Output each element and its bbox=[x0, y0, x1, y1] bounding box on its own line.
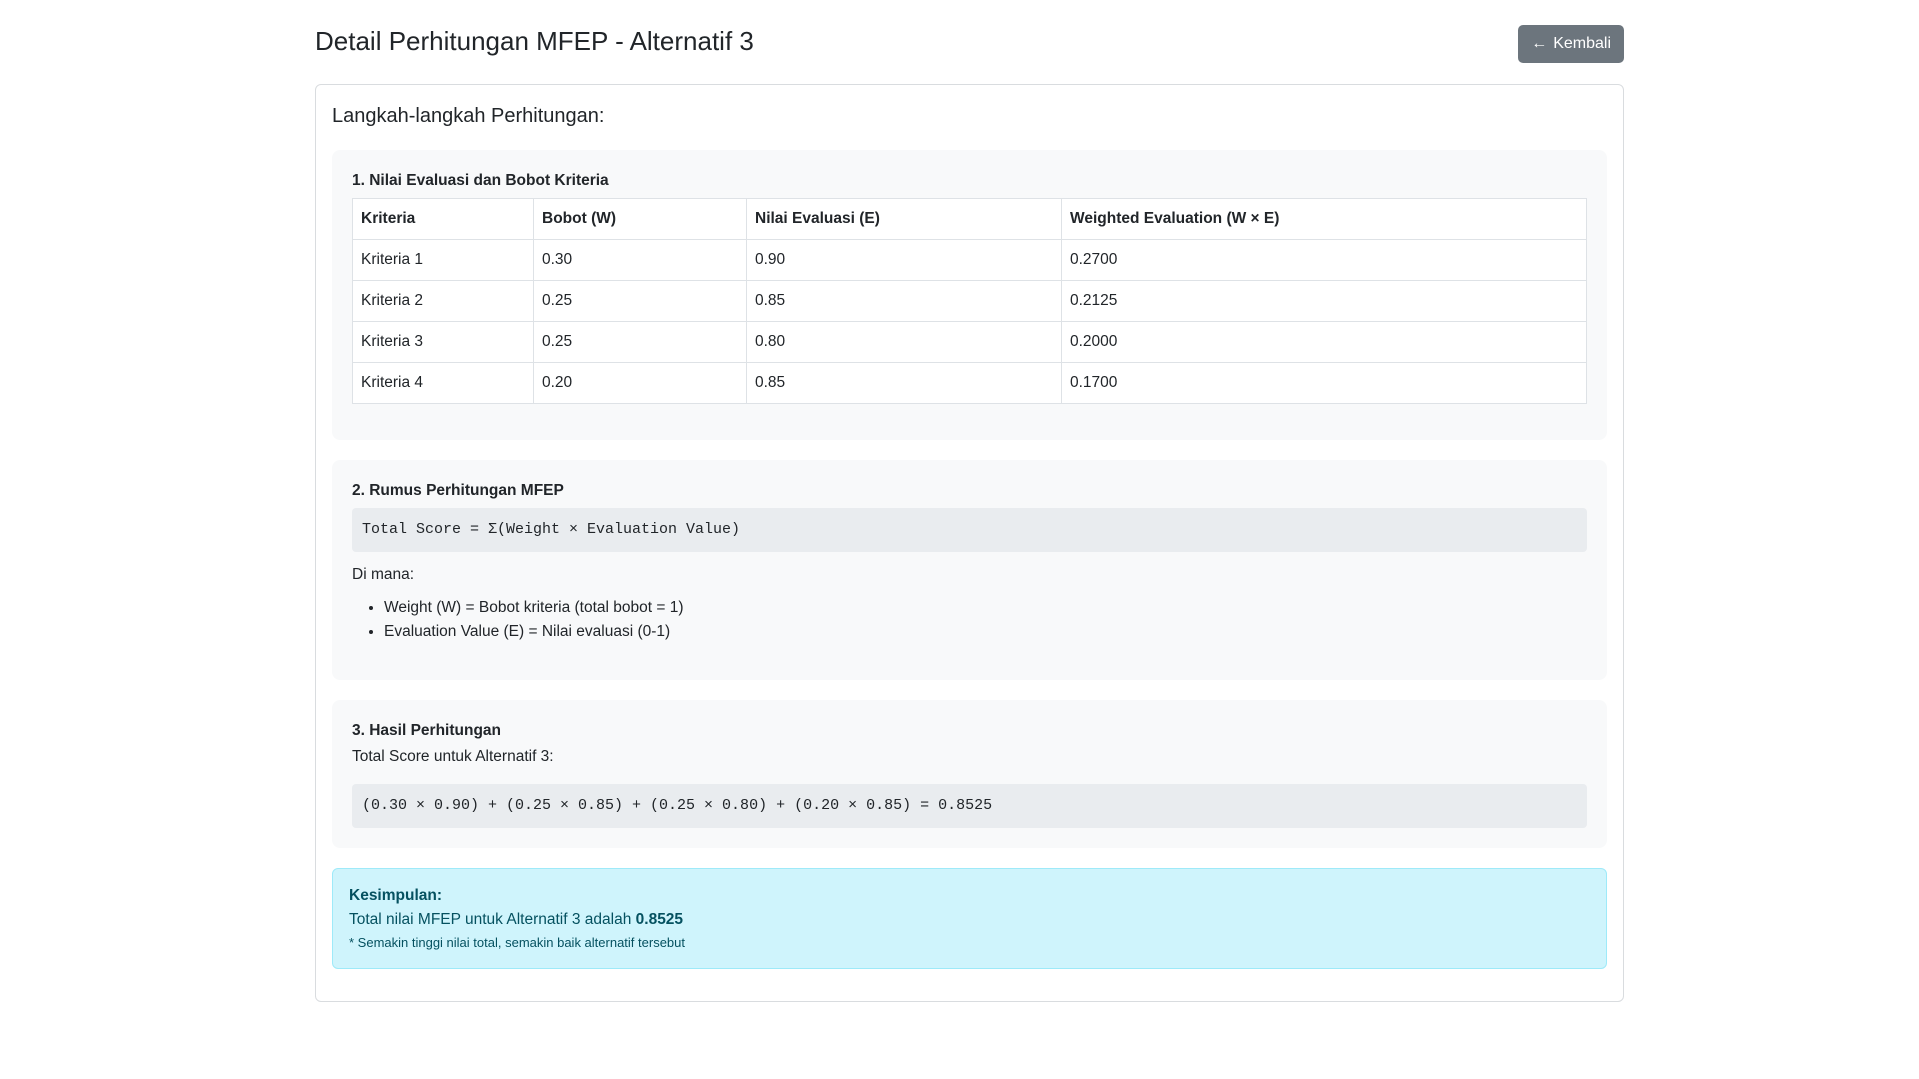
th-nilai-evaluasi: Nilai Evaluasi (E) bbox=[746, 198, 1062, 240]
cell-nilai: 0.80 bbox=[746, 321, 1062, 363]
conclusion-text: Total nilai MFEP untuk Alternatif 3 adal… bbox=[349, 911, 636, 928]
conclusion-alert: Kesimpulan: Total nilai MFEP untuk Alter… bbox=[332, 868, 1607, 969]
card-title: Langkah-langkah Perhitungan: bbox=[332, 105, 605, 127]
calculation-box: (0.30 × 0.90) + (0.25 × 0.85) + (0.25 × … bbox=[352, 784, 1587, 828]
cell-nilai: 0.85 bbox=[746, 280, 1062, 322]
cell-bobot: 0.25 bbox=[533, 321, 747, 363]
result-label: Total Score untuk Alternatif 3: bbox=[352, 748, 554, 765]
table-header-row: Kriteria Bobot (W) Nilai Evaluasi (E) We… bbox=[352, 198, 1587, 240]
back-button-label: Kembali bbox=[1553, 35, 1611, 52]
arrow-left-icon: ← bbox=[1531, 35, 1548, 52]
cell-kriteria: Kriteria 4 bbox=[352, 362, 534, 404]
cell-nilai: 0.90 bbox=[746, 239, 1062, 281]
cell-kriteria: Kriteria 3 bbox=[352, 321, 534, 363]
cell-weighted: 0.2700 bbox=[1061, 239, 1587, 281]
cell-kriteria: Kriteria 1 bbox=[352, 239, 534, 281]
cell-nilai: 0.85 bbox=[746, 362, 1062, 404]
formula-definitions: Weight (W) = Bobot kriteria (total bobot… bbox=[352, 596, 1587, 644]
calculation-card: Langkah-langkah Perhitungan: 1. Nilai Ev… bbox=[315, 84, 1624, 1002]
th-kriteria: Kriteria bbox=[352, 198, 534, 240]
cell-weighted: 0.2000 bbox=[1061, 321, 1587, 363]
conclusion-line: Total nilai MFEP untuk Alternatif 3 adal… bbox=[349, 911, 1590, 929]
cell-bobot: 0.25 bbox=[533, 280, 747, 322]
cell-bobot: 0.20 bbox=[533, 362, 747, 404]
section-result: 3. Hasil Perhitungan Total Score untuk A… bbox=[332, 700, 1607, 848]
conclusion-title: Kesimpulan: bbox=[349, 887, 443, 904]
where-label: Di mana: bbox=[352, 566, 415, 583]
section-title: 3. Hasil Perhitungan bbox=[352, 722, 502, 739]
conclusion-note: * Semakin tinggi nilai total, semakin ba… bbox=[349, 935, 686, 950]
conclusion-value: 0.8525 bbox=[635, 911, 684, 928]
list-item: Weight (W) = Bobot kriteria (total bobot… bbox=[384, 596, 1587, 620]
page: Detail Perhitungan MFEP - Alternatif 3 ←… bbox=[315, 0, 1624, 1002]
page-title: Detail Perhitungan MFEP - Alternatif 3 bbox=[315, 26, 754, 56]
formula-box: Total Score = Σ(Weight × Evaluation Valu… bbox=[352, 508, 1587, 552]
header: Detail Perhitungan MFEP - Alternatif 3 ←… bbox=[315, 22, 1624, 84]
cell-kriteria: Kriteria 2 bbox=[352, 280, 534, 322]
criteria-table: Kriteria Bobot (W) Nilai Evaluasi (E) We… bbox=[352, 198, 1587, 404]
section-title: 2. Rumus Perhitungan MFEP bbox=[352, 482, 564, 499]
back-button[interactable]: ← Kembali bbox=[1518, 25, 1624, 63]
section-title: 1. Nilai Evaluasi dan Bobot Kriteria bbox=[352, 172, 609, 189]
table-row: Kriteria 3 0.25 0.80 0.2000 bbox=[352, 321, 1587, 363]
cell-weighted: 0.1700 bbox=[1061, 362, 1587, 404]
section-evaluation: 1. Nilai Evaluasi dan Bobot Kriteria Kri… bbox=[332, 150, 1607, 440]
cell-weighted: 0.2125 bbox=[1061, 280, 1587, 322]
th-weighted-evaluation: Weighted Evaluation (W × E) bbox=[1061, 198, 1587, 240]
table-row: Kriteria 1 0.30 0.90 0.2700 bbox=[352, 239, 1587, 281]
section-formula: 2. Rumus Perhitungan MFEP Total Score = … bbox=[332, 460, 1607, 680]
cell-bobot: 0.30 bbox=[533, 239, 747, 281]
table-row: Kriteria 4 0.20 0.85 0.1700 bbox=[352, 362, 1587, 404]
list-item: Evaluation Value (E) = Nilai evaluasi (0… bbox=[384, 620, 1587, 644]
th-bobot: Bobot (W) bbox=[533, 198, 747, 240]
table-row: Kriteria 2 0.25 0.85 0.2125 bbox=[352, 280, 1587, 322]
